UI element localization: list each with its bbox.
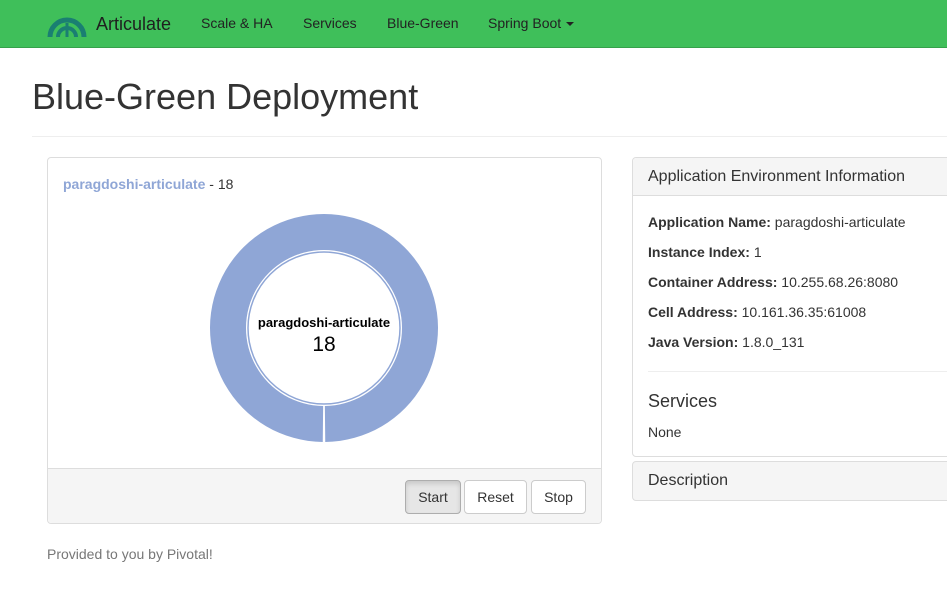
reset-button[interactable]: Reset xyxy=(464,480,527,514)
app-name-row: Application Name: paragdoshi-articulate xyxy=(648,214,906,230)
caret-down-icon xyxy=(566,22,575,27)
header-separator: - xyxy=(205,176,218,192)
environment-panel: Application Environment Information Appl… xyxy=(632,157,947,457)
top-navbar: Articulate Scale & HA Services Blue-Gree… xyxy=(0,0,947,48)
chart-controls: Start Reset Stop xyxy=(48,468,601,523)
chart-panel: paragdoshi-articulate - 18 paragdoshi-ar… xyxy=(47,157,602,524)
field-value: 1 xyxy=(753,244,762,260)
stop-button[interactable]: Stop xyxy=(531,480,586,514)
field-value: 10.161.36.35:61008 xyxy=(741,304,867,320)
app-name-link[interactable]: paragdoshi-articulate xyxy=(63,176,205,192)
nav-item-scale-ha[interactable]: Scale & HA xyxy=(201,15,273,31)
field-label: Cell Address: xyxy=(648,304,738,320)
nav-item-spring-boot-label: Spring Boot xyxy=(488,15,562,31)
field-label: Application Name: xyxy=(648,214,771,230)
field-label: Instance Index: xyxy=(648,244,750,260)
field-value: paragdoshi-articulate xyxy=(774,214,906,230)
brand[interactable]: Articulate xyxy=(46,4,171,44)
donut-center-label: paragdoshi-articulate xyxy=(258,315,390,330)
brand-name: Articulate xyxy=(96,13,172,34)
java-version-row: Java Version: 1.8.0_131 xyxy=(648,334,804,350)
environment-heading: Application Environment Information xyxy=(648,168,906,185)
field-value: 1.8.0_131 xyxy=(742,334,805,350)
start-button[interactable]: Start xyxy=(405,480,461,514)
nav-item-services[interactable]: Services xyxy=(303,15,357,31)
nav-item-blue-green[interactable]: Blue-Green xyxy=(387,15,459,31)
header-count: 18 xyxy=(217,176,234,192)
title-divider xyxy=(32,136,947,137)
services-value: None xyxy=(648,424,682,440)
description-heading: Description xyxy=(648,472,729,489)
footer-credit: Provided to you by Pivotal! xyxy=(47,546,213,562)
donut-chart: paragdoshi-articulate 18 xyxy=(209,214,438,442)
container-address-row: Container Address: 10.255.68.26:8080 xyxy=(648,274,898,290)
services-heading: Services xyxy=(648,391,718,411)
pivotal-logo-icon xyxy=(47,17,87,38)
field-value: 10.255.68.26:8080 xyxy=(781,274,899,290)
services-divider xyxy=(648,371,947,372)
field-label: Container Address: xyxy=(648,274,778,290)
instance-index-row: Instance Index: 1 xyxy=(648,244,762,260)
description-panel[interactable]: Description xyxy=(632,461,947,501)
field-label: Java Version: xyxy=(648,334,739,350)
nav-item-spring-boot[interactable]: Spring Boot xyxy=(488,15,575,31)
page-title: Blue-Green Deployment xyxy=(32,76,419,117)
donut-center-value: 18 xyxy=(312,333,335,356)
cell-address-row: Cell Address: 10.161.36.35:61008 xyxy=(648,304,866,320)
chart-header: paragdoshi-articulate - 18 xyxy=(63,176,233,192)
environment-panel-heading: Application Environment Information xyxy=(633,158,947,196)
